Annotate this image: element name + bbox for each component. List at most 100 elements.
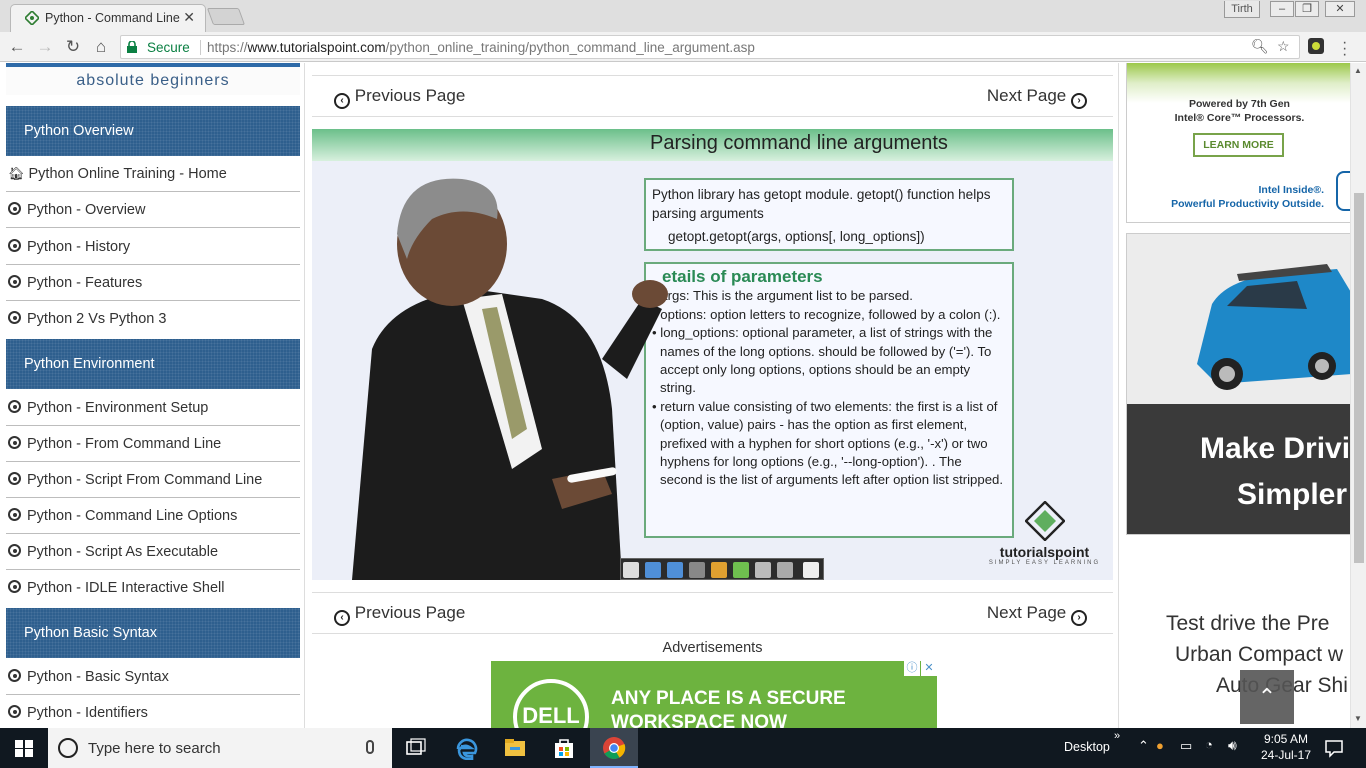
learn-more-button[interactable]: LEARN MORE <box>1193 133 1284 157</box>
show-hidden-icons-icon[interactable]: ⌃ <box>1138 738 1149 754</box>
profile-button[interactable]: Tirth <box>1224 1 1260 18</box>
intel-ad-tagline: Intel Inside®. Powerful Productivity Out… <box>1171 183 1324 211</box>
sidebar-item-identifiers[interactable]: Python - Identifiers <box>6 695 300 728</box>
dot-circle-icon <box>8 400 21 413</box>
reload-icon[interactable]: ↻ <box>62 36 84 58</box>
minimize-icon[interactable]: – <box>1270 1 1294 17</box>
previous-page-link[interactable]: ‹ Previous Page <box>334 86 465 109</box>
car-ad-banner: Make Drivi Simpler <box>1127 404 1351 534</box>
action-center-icon[interactable] <box>1322 736 1346 760</box>
sidebar-item-script-as-executable[interactable]: Python - Script As Executable <box>6 534 300 570</box>
testdrive-line2: Urban Compact w <box>1175 643 1344 666</box>
forward-icon[interactable]: → <box>34 36 56 58</box>
task-view-icon[interactable] <box>404 736 428 760</box>
arrow-right-circle-icon: › <box>1071 93 1087 109</box>
car-advertisement[interactable]: Make Drivi Simpler <box>1126 233 1351 535</box>
pen-icon[interactable] <box>711 562 727 578</box>
dot-circle-icon <box>8 436 21 449</box>
sidebar-item-features[interactable]: Python - Features <box>6 265 300 301</box>
window-close-icon[interactable]: ✕ <box>1325 1 1355 17</box>
page-scrollbar[interactable]: ▲ ▼ <box>1350 63 1366 728</box>
sidebar-item-label: Python - Basic Syntax <box>27 669 169 685</box>
capture-icon[interactable] <box>777 562 793 578</box>
slide-bullet: • long_options: optional parameter, a li… <box>652 325 993 396</box>
home-icon[interactable]: ⌂ <box>90 36 112 58</box>
ad-close-icon[interactable]: ✕ <box>921 661 937 676</box>
zoom-icon[interactable]: 🔍︎ <box>1251 38 1269 55</box>
windows-start-icon[interactable] <box>15 740 33 757</box>
sidebar-item-home[interactable]: 🏠︎ Python Online Training - Home <box>6 156 300 192</box>
browser-tab[interactable]: Python - Command Line ✕ <box>10 4 206 32</box>
sidebar-item-overview[interactable]: Python - Overview <box>6 192 300 228</box>
sidebar-item-command-line-options[interactable]: Python - Command Line Options <box>6 498 300 534</box>
system-clock[interactable]: 9:05 AM 24-Jul-17 <box>1256 731 1316 763</box>
dot-circle-icon <box>8 202 21 215</box>
video-annotation-toolbar[interactable] <box>620 558 824 580</box>
volume-icon[interactable]: 🔊︎ <box>1228 737 1237 754</box>
extension-icon[interactable] <box>1308 38 1324 54</box>
expand-icon[interactable] <box>803 562 819 578</box>
url-text[interactable]: https://www.tutorialspoint.com/python_on… <box>207 40 755 55</box>
sidebar-item-environment-setup[interactable]: Python - Environment Setup <box>6 390 300 426</box>
test-drive-text[interactable]: Test drive the Pre Urban Compact w Auto … <box>1126 608 1351 701</box>
intel-tag1: Intel Inside®. <box>1258 184 1325 196</box>
url-host: www.tutorialspoint.com <box>247 40 386 55</box>
video-player[interactable]: Parsing command line arguments Python li… <box>312 129 1113 580</box>
store-icon[interactable] <box>552 736 576 760</box>
close-annotation-icon[interactable] <box>623 562 639 578</box>
scrollbar-thumb[interactable] <box>1354 193 1364 563</box>
scroll-to-top-button[interactable]: ⌃ <box>1240 670 1294 724</box>
car-ad-line1: Make Drivi <box>1200 432 1351 465</box>
back-icon[interactable]: ← <box>6 36 28 58</box>
notification-badge-icon[interactable]: ● <box>1156 738 1164 753</box>
menu-icon[interactable]: · · · <box>1342 35 1347 63</box>
scroll-down-arrow-icon[interactable]: ▼ <box>1354 714 1362 723</box>
chrome-taskbar-button[interactable] <box>590 728 638 768</box>
toolbar-expand-icon[interactable]: » <box>1114 730 1120 742</box>
sidebar-item-basic-syntax[interactable]: Python - Basic Syntax <box>6 659 300 695</box>
intel-line2: Intel® Core™ Processors. <box>1174 112 1305 124</box>
sidebar-item-idle-shell[interactable]: Python - IDLE Interactive Shell <box>6 570 300 606</box>
edge-browser-icon[interactable] <box>455 736 479 760</box>
sidebar-item-script-from-command-line[interactable]: Python - Script From Command Line <box>6 462 300 498</box>
sidebar-item-py2-vs-py3[interactable]: Python 2 Vs Python 3 <box>6 301 300 337</box>
intel-ad-headline: Powered by 7th Gen Intel® Core™ Processo… <box>1127 97 1352 125</box>
new-tab-button[interactable] <box>206 8 246 25</box>
next-page-label: Next Page <box>986 603 1067 622</box>
testdrive-line3: Auto Gear Shi <box>1216 674 1348 697</box>
arrow-left-circle-icon: ‹ <box>334 610 350 626</box>
dell-advertisement[interactable]: DELL ANY PLACE IS A SECURE WORKSPACE NOW… <box>491 661 937 728</box>
sidebar-banner[interactable]: absolute beginners <box>6 63 300 95</box>
home-icon: 🏠︎ <box>8 166 25 181</box>
sidebar-item-from-command-line[interactable]: Python - From Command Line <box>6 426 300 462</box>
slide-bullet: • return value consisting of two element… <box>652 398 1004 488</box>
adchoices-icon[interactable]: ⓘ <box>904 661 920 676</box>
scroll-up-arrow-icon[interactable]: ▲ <box>1354 66 1362 75</box>
forward-arrow-icon[interactable] <box>667 562 683 578</box>
text-icon[interactable] <box>755 562 771 578</box>
file-explorer-icon[interactable] <box>503 736 527 760</box>
wifi-icon[interactable]: ◔ <box>1205 737 1213 752</box>
previous-page-link[interactable]: ‹ Previous Page <box>334 603 465 626</box>
advertisements-label: Advertisements <box>662 640 763 656</box>
tab-close-icon[interactable]: ✕ <box>183 9 195 26</box>
next-page-link[interactable]: Next Page › <box>987 86 1087 109</box>
sidebar-item-history[interactable]: Python - History <box>6 229 300 265</box>
pager-top: ‹ Previous Page Next Page › <box>312 75 1113 117</box>
intel-advertisement[interactable]: Powered by 7th Gen Intel® Core™ Processo… <box>1126 63 1351 223</box>
battery-icon[interactable]: ▭ <box>1180 738 1192 754</box>
taskbar-search-box[interactable]: Type here to search <box>48 728 392 768</box>
bookmark-star-icon[interactable]: ☆ <box>1277 38 1290 55</box>
next-page-link[interactable]: Next Page › <box>987 603 1087 626</box>
mouse-icon[interactable] <box>689 562 705 578</box>
sidebar-item-label: Python - Command Line Options <box>27 508 238 524</box>
browser-tab-strip: Python - Command Line ✕ Tirth – ❐ ✕ <box>0 0 1366 32</box>
sidebar-item-label: Python - Features <box>27 275 143 291</box>
address-bar[interactable]: Secure https://www.tutorialspoint.com/py… <box>120 35 1300 59</box>
desktop-toolbar-label[interactable]: Desktop <box>1064 740 1110 754</box>
dell-ad-line2: WORKSPACE NOW <box>611 712 787 728</box>
restore-icon[interactable]: ❐ <box>1295 1 1319 17</box>
back-arrow-icon[interactable] <box>645 562 661 578</box>
microphone-icon[interactable] <box>366 740 374 754</box>
highlighter-icon[interactable] <box>733 562 749 578</box>
